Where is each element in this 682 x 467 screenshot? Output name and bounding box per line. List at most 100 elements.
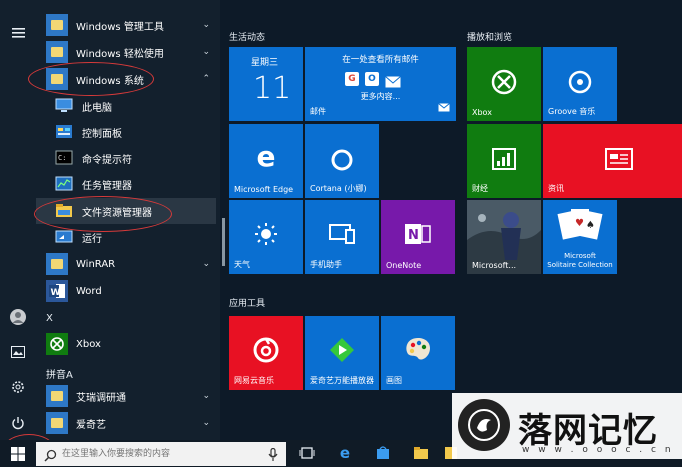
- app-item-windows-ease-of-access[interactable]: Windows 轻松使用 ⌄: [36, 39, 216, 65]
- app-item-file-explorer[interactable]: 文件资源管理器: [36, 198, 216, 224]
- tile-onenote[interactable]: N OneNote: [381, 200, 455, 274]
- task-manager-icon: [54, 174, 74, 194]
- tile-groove-music[interactable]: Groove 音乐: [543, 47, 617, 121]
- tile-xbox[interactable]: Xbox: [467, 47, 541, 121]
- tile-netease-music[interactable]: 网易云音乐: [229, 316, 303, 390]
- windows-start-icon[interactable]: [0, 440, 36, 467]
- app-label: Word: [76, 285, 102, 297]
- mail-envelope-icon: [438, 97, 450, 116]
- chevron-down-icon: ⌄: [202, 418, 210, 428]
- app-item-windows-admin-tools[interactable]: Windows 管理工具 ⌄: [36, 12, 216, 38]
- app-item-run[interactable]: 运行: [36, 224, 216, 250]
- file-explorer-taskbar-icon[interactable]: [412, 444, 430, 462]
- tile-mail[interactable]: 在一处查看所有邮件 G O 更多内容... 邮件: [305, 47, 456, 121]
- chevron-down-icon: ⌄: [202, 47, 210, 57]
- folder-icon: [46, 68, 68, 90]
- paint-palette-icon: [381, 336, 455, 362]
- folder-icon: [46, 14, 68, 36]
- app-label: 艾瑞调研通: [76, 392, 126, 404]
- svg-text:N: N: [408, 228, 419, 243]
- task-view-icon[interactable]: [298, 444, 316, 462]
- user-avatar-icon[interactable]: [0, 302, 36, 332]
- tile-weather[interactable]: 天气: [229, 200, 303, 274]
- app-item-word[interactable]: W Word: [36, 278, 216, 304]
- taskbar-search-box[interactable]: [36, 442, 286, 466]
- solitaire-line-1: Microsoft: [564, 252, 596, 260]
- mail-headline: 在一处查看所有邮件: [342, 55, 419, 65]
- settings-gear-icon[interactable]: [0, 372, 36, 402]
- tile-label: Microsoft Edge: [234, 185, 294, 194]
- groove-icon: [543, 69, 617, 95]
- app-item-control-panel[interactable]: 控制面板: [36, 119, 216, 145]
- group-title-play[interactable]: 播放和浏览: [467, 30, 512, 43]
- xbox-icon: [46, 333, 68, 355]
- section-letter-pinyin-a[interactable]: 拼音A: [46, 366, 73, 381]
- mail-provider-icons: G O: [345, 72, 401, 88]
- app-label: 此电脑: [82, 102, 112, 114]
- app-item-this-pc[interactable]: 此电脑: [36, 93, 216, 119]
- app-item-iqiyi[interactable]: 爱奇艺 ⌄: [36, 410, 216, 436]
- tile-finance[interactable]: 财经: [467, 124, 541, 198]
- tile-phone-companion[interactable]: 手机助手: [305, 200, 379, 274]
- mail-more: 更多内容...: [360, 92, 401, 101]
- section-letter-x[interactable]: X: [46, 313, 53, 324]
- edge-taskbar-icon[interactable]: e: [336, 444, 354, 462]
- tile-label: 资讯: [548, 184, 564, 193]
- group-title-life[interactable]: 生活动态: [229, 30, 265, 43]
- svg-text:C:: C:: [58, 154, 66, 162]
- watermark-logo-icon: [458, 399, 510, 451]
- news-icon: [543, 148, 682, 170]
- tile-microsoft-store[interactable]: Microsoft...: [467, 200, 541, 274]
- tile-label: 网易云音乐: [234, 376, 274, 385]
- app-item-command-prompt[interactable]: C: 命令提示符: [36, 145, 216, 171]
- app-label: 运行: [82, 233, 102, 245]
- app-list-scrollbar[interactable]: [222, 218, 225, 266]
- tile-label: 手机助手: [310, 260, 342, 269]
- photos-icon[interactable]: [0, 337, 36, 367]
- tile-calendar[interactable]: 星期三 11: [229, 47, 303, 121]
- watermark: 落网记忆 w w w . o o o c . c n: [452, 393, 682, 459]
- app-item-iresearch[interactable]: 艾瑞调研通 ⌄: [36, 383, 216, 409]
- app-item-windows-system[interactable]: Windows 系统 ⌃: [36, 66, 216, 92]
- outlook-icon: O: [365, 72, 379, 86]
- app-label: 爱奇艺: [76, 419, 106, 431]
- playing-cards-icon: ♥ ♠: [543, 206, 617, 244]
- search-input[interactable]: [62, 445, 262, 463]
- app-label: 命令提示符: [82, 154, 132, 166]
- folder-icon: [46, 253, 68, 275]
- tile-label: Cortana (小娜): [310, 184, 367, 193]
- group-title-tools[interactable]: 应用工具: [229, 296, 265, 309]
- microphone-icon[interactable]: [268, 447, 278, 466]
- app-item-winrar[interactable]: WinRAR ⌄: [36, 251, 216, 277]
- tile-label: 财经: [472, 184, 488, 193]
- app-list: Windows 管理工具 ⌄ Windows 轻松使用 ⌄ Windows 系统…: [36, 0, 220, 440]
- app-label: 文件资源管理器: [82, 207, 152, 219]
- sun-icon: [229, 222, 303, 246]
- tile-news[interactable]: 资讯: [543, 124, 682, 198]
- folder-icon: [46, 412, 68, 434]
- hamburger-menu-icon[interactable]: [0, 18, 36, 48]
- tile-paint[interactable]: 画图: [381, 316, 455, 390]
- netease-music-icon: [229, 336, 303, 364]
- app-item-task-manager[interactable]: 任务管理器: [36, 171, 216, 197]
- store-taskbar-icon[interactable]: [374, 444, 392, 462]
- finance-chart-icon: [467, 148, 541, 170]
- edge-icon: e: [256, 140, 276, 173]
- tile-label: Xbox: [472, 108, 492, 117]
- tile-microsoft-edge[interactable]: e Microsoft Edge: [229, 124, 303, 198]
- chevron-up-icon: ⌃: [202, 74, 210, 84]
- app-item-xbox[interactable]: Xbox: [36, 331, 216, 357]
- tile-cortana[interactable]: Cortana (小娜): [305, 124, 379, 198]
- folder-icon: [46, 41, 68, 63]
- power-icon[interactable]: [0, 408, 36, 438]
- app-label: Xbox: [76, 338, 101, 350]
- app-label: 任务管理器: [82, 180, 132, 192]
- tile-iqiyi-player[interactable]: 爱奇艺万能播放器: [305, 316, 379, 390]
- svg-text:♥: ♥: [575, 218, 584, 229]
- solitaire-caption: Microsoft Solitaire Collection: [543, 252, 617, 270]
- envelope-icon: [385, 73, 401, 88]
- tile-solitaire[interactable]: ♥ ♠ Microsoft Solitaire Collection: [543, 200, 617, 274]
- tile-label: OneNote: [386, 261, 422, 270]
- tile-label: 爱奇艺万能播放器: [310, 376, 374, 385]
- search-icon: [44, 447, 57, 466]
